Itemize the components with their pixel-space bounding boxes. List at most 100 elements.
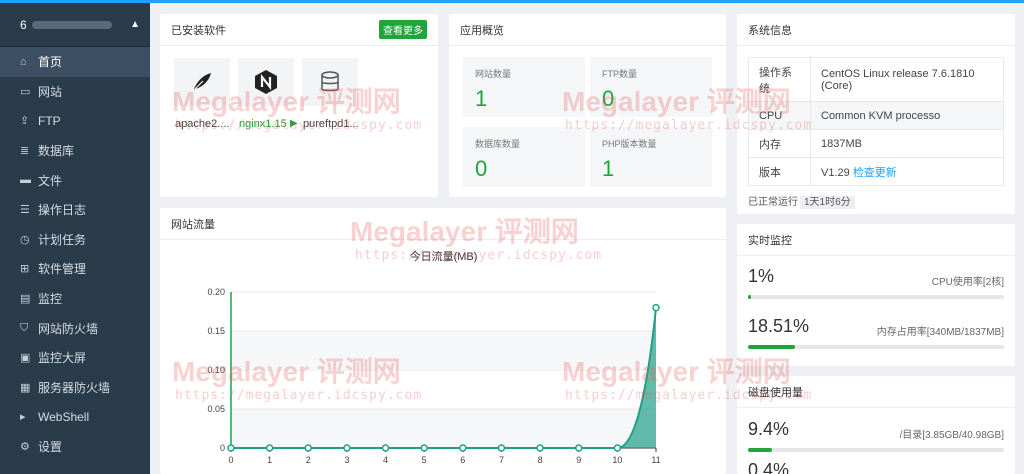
shield-icon: ⛉ [20,321,29,334]
stat-value: 1 [602,156,615,181]
cpu-usage-bar [748,295,1004,299]
x-tick-label: 6 [460,455,465,465]
sidebar-item-label: 操作日志 [38,203,87,218]
version-value: V1.29 [821,166,850,179]
sidebar-item-label: FTP [38,113,61,128]
sidebar-item-label: 计划任务 [38,232,87,247]
check-update-link[interactable]: 检查更新 [853,167,897,179]
x-tick-label: 9 [576,455,581,465]
uptime: 已正常运行 1天1时6分 [748,193,855,209]
terminal-icon: ▸ [20,411,26,424]
x-tick-label: 4 [383,455,388,465]
disk-usage-bar [748,448,1004,452]
sidebar-item-3[interactable]: ≣ 数据库 [0,136,150,166]
stat-value: 0 [602,86,615,111]
software-label-pureftpd: pureftpd1... [303,118,359,130]
x-tick-label: 2 [306,455,311,465]
sidebar-item-8[interactable]: ▤ 监控 [0,284,150,314]
log-icon: ☰ [20,204,30,217]
software-tile-nginx[interactable] [238,58,294,106]
memory-usage-fill [748,345,796,349]
sidebar-item-label: 监控 [38,292,63,307]
monitor-chart-icon: ▤ [20,293,31,306]
sidebar-item-10[interactable]: ▣ 监控大屏 [0,343,150,373]
realtime-monitor-title: 实时监控 [748,234,792,247]
stat-value: 0 [475,156,488,181]
traffic-chart: 今日流量(MB) 0 0.05 0.10 0.15 0.20 0 1 2 3 4 5 6 7 8 9 10 11 [207,249,660,465]
caret-up-icon[interactable]: ▲ [130,19,140,30]
data-point [265,444,274,452]
x-tick-label: 10 [612,455,622,465]
x-tick-label: 0 [228,455,233,465]
sidebar-item-13[interactable]: ⚙ 设置 [0,432,150,462]
x-tick-label: 5 [422,455,427,465]
cpu-key: CPU [748,101,811,130]
stat-php-version-count[interactable]: PHP版本数量 1 [590,127,712,187]
stat-ftp-count[interactable]: FTP数量 0 [590,57,712,117]
uptime-value: 1天1时6分 [800,196,855,209]
sidebar-item-11[interactable]: ▦ 服务器防火墙 [0,373,150,403]
sidebar-menu: ⌂ 首页 ▭ 网站 ⇪ FTP ≣ 数据库 ▬ 文件 ☰ 操作日志 ◷ 计划任务 ⊞ 软件管理 ▤ 监控 ⛉ 网站防火… [0,47,150,461]
sidebar-item-4[interactable]: ▬ 文件 [0,165,150,195]
y-tick-label: 0.20 [207,287,225,297]
sidebar-item-0[interactable]: ⌂ 首页 [0,47,150,77]
sidebar-item-12[interactable]: ▸ WebShell [0,402,150,432]
sidebar-item-7[interactable]: ⊞ 软件管理 [0,254,150,284]
stat-label: 数据库数量 [475,139,521,149]
y-tick-label: 0.05 [207,404,225,414]
sidebar-item-label: 网站 [38,84,63,99]
sidebar-item-label: WebShell [38,409,90,424]
x-tick-label: 3 [344,455,349,465]
installed-software-panel: 已安装软件 查看更多 apache2.... nginx1.15 ▶ puref… [160,14,438,197]
stat-label: PHP版本数量 [602,139,657,149]
clock-icon: ◷ [20,233,30,246]
memory-usage-bar [748,345,1004,349]
site-traffic-title: 网站流量 [171,218,215,231]
uptime-label: 已正常运行 [748,197,798,208]
running-play-icon: ▶ [290,118,298,129]
stat-database-count[interactable]: 数据库数量 0 [463,127,585,187]
cpu-usage-value: 1% [748,266,775,286]
data-point [227,444,235,452]
sidebar-user-header[interactable]: 6 ▲ [0,3,150,47]
monitor-icon: ▭ [20,85,31,98]
x-tick-label: 11 [651,455,660,465]
disk-usage-value: 9.4% [748,419,790,439]
view-more-button[interactable]: 查看更多 [379,20,427,39]
software-tile-apache[interactable] [174,58,230,106]
data-point [497,444,506,452]
disk-usage-desc: /目录[3.85GB/40.98GB] [899,430,1005,441]
gear-icon: ⚙ [20,441,30,454]
x-tick-label: 7 [499,455,504,465]
version-cell: V1.29 检查更新 [810,157,1004,186]
sidebar-item-6[interactable]: ◷ 计划任务 [0,225,150,255]
software-tile-pureftpd[interactable] [302,58,358,106]
data-point [536,444,544,452]
memory-value: 1837MB [810,129,1004,158]
sidebar-item-5[interactable]: ☰ 操作日志 [0,195,150,225]
stat-site-count[interactable]: 网站数量 1 [463,57,585,117]
data-point [343,444,351,452]
os-value: CentOS Linux release 7.6.1810 (Core) [810,57,1004,102]
data-point [613,444,622,452]
version-key: 版本 [748,157,811,186]
data-point [304,444,313,452]
x-tick-label: 8 [538,455,543,465]
software-label-nginx: nginx1.15 [239,118,287,130]
memory-monitor: 18.51% 内存占用率[340MB/1837MB] [748,316,1004,352]
x-tick-label: 1 [267,455,272,465]
memory-key: 内存 [748,129,811,158]
system-info-table: 操作系统 CentOS Linux release 7.6.1810 (Core… [748,57,1004,186]
sidebar-item-2[interactable]: ⇪ FTP [0,106,150,136]
sidebar-username: 6 [20,18,130,32]
software-icon: ⊞ [20,263,30,276]
ftp-icon: ⇪ [20,115,30,128]
y-tick-label: 0.15 [207,326,225,336]
sidebar-item-1[interactable]: ▭ 网站 [0,77,150,107]
data-point [420,444,428,452]
sidebar-item-label: 监控大屏 [38,351,87,366]
os-key: 操作系统 [748,57,811,102]
sidebar-item-9[interactable]: ⛉ 网站防火墙 [0,313,150,343]
cpu-usage-fill [748,295,751,299]
data-point [381,444,390,452]
